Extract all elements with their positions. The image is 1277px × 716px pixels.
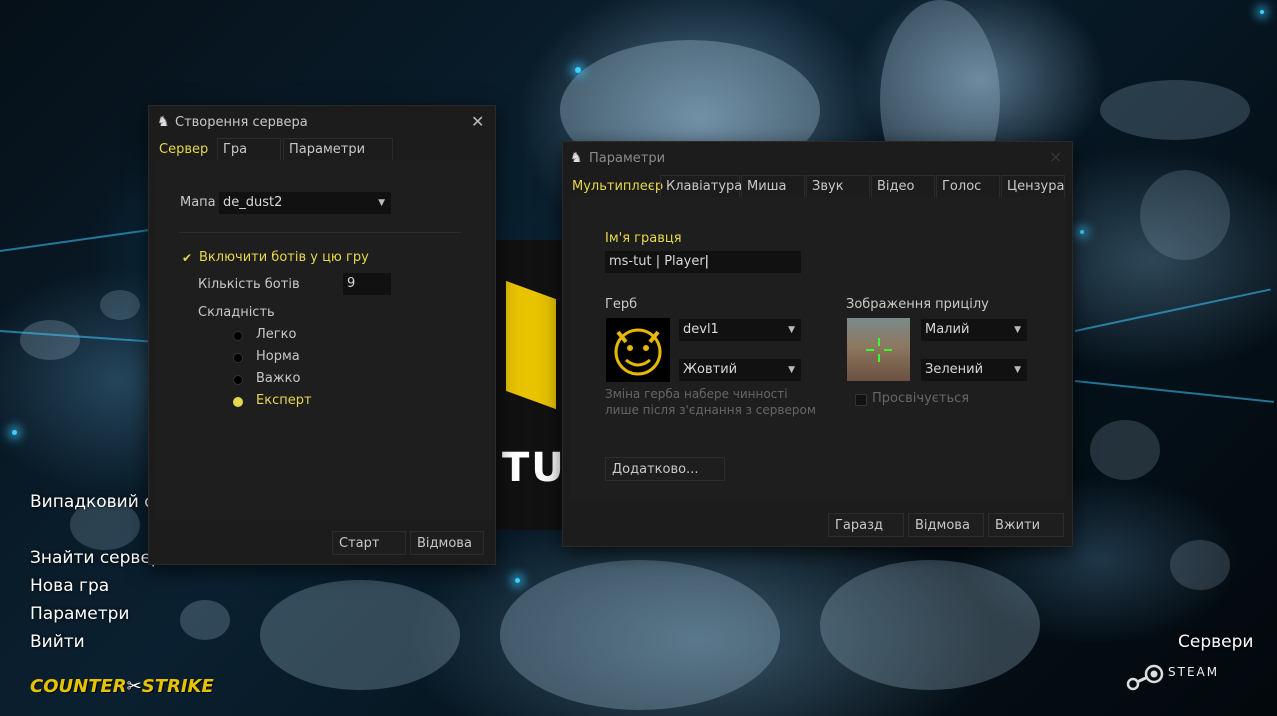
tab-server[interactable]: Сервер (153, 138, 214, 160)
difficulty-hard-label: Важко (256, 371, 301, 386)
radio-easy[interactable] (233, 331, 243, 341)
dialog-title: Створення сервера (175, 115, 308, 130)
crosshair-label: Зображення прицілу (846, 297, 989, 312)
map-label: Мапа (180, 195, 216, 210)
steam-icon (1126, 664, 1164, 691)
chevron-down-icon: ▼ (788, 325, 795, 335)
player-name-value: ms-tut | Player (609, 254, 705, 269)
player-name-label: Ім'я гравця (605, 231, 682, 246)
tab-keyboard[interactable]: Клавіатура (660, 175, 742, 197)
crosshair-color-value: Зелений (925, 362, 984, 377)
map-select[interactable]: de_dust2 ▼ (219, 192, 391, 214)
radio-normal[interactable] (233, 353, 243, 363)
checkbox-enable-bots[interactable]: ✔ (182, 251, 192, 265)
chevron-down-icon: ▼ (1014, 365, 1021, 375)
chevron-down-icon: ▼ (1014, 325, 1021, 335)
spray-note-line1: Зміна герба набере чинності (605, 387, 788, 401)
spray-value: devl1 (683, 322, 719, 337)
menu-options[interactable]: Параметри (30, 604, 129, 624)
translucent-label: Просвічується (872, 391, 970, 406)
tab-voice[interactable]: Голос (936, 175, 1000, 197)
cancel-button[interactable]: Відмова (410, 531, 484, 555)
tab-multiplayer[interactable]: Мультиплеєр (566, 175, 669, 197)
chevron-down-icon: ▼ (788, 365, 795, 375)
advanced-button[interactable]: Додатково... (605, 457, 725, 481)
tab-video[interactable]: Відео (871, 175, 935, 197)
map-value: de_dust2 (223, 195, 283, 210)
crosshair-size-select[interactable]: Малий ▼ (921, 319, 1027, 341)
tab-panel: Мапа de_dust2 ▼ ✔ Включити ботів у цю гр… (155, 160, 491, 520)
bot-count-value: 9 (347, 276, 356, 291)
menu-servers[interactable]: Сервери (1178, 632, 1253, 652)
tab-bot-settings[interactable]: Параметри ботів (283, 138, 393, 179)
crosshair-size-value: Малий (925, 322, 970, 337)
menu-quit[interactable]: Вийти (30, 632, 85, 652)
difficulty-expert-label: Експерт (256, 393, 312, 408)
difficulty-label: Складність (198, 305, 275, 320)
bot-count-input[interactable]: 9 (343, 273, 391, 295)
difficulty-easy-label: Легко (256, 327, 297, 342)
team-logo-art: TU (496, 240, 566, 530)
menu-random-server[interactable]: Випадковий се (30, 492, 164, 512)
divider (179, 232, 461, 233)
spray-preview (606, 318, 670, 382)
chevron-down-icon: ▼ (378, 198, 385, 208)
dialog-title: Параметри (589, 151, 666, 166)
close-icon[interactable]: ✕ (1049, 148, 1062, 167)
close-icon[interactable]: ✕ (471, 112, 484, 131)
tab-sound[interactable]: Звук (806, 175, 870, 197)
options-dialog: ♞ Параметри ✕ Мультиплеєр Клавіатура Миш… (563, 142, 1072, 546)
cancel-button[interactable]: Відмова (908, 513, 984, 537)
difficulty-normal-label: Норма (256, 349, 300, 364)
spray-note-line2: лише після з'єднання з сервером (605, 403, 816, 417)
menu-find-server[interactable]: Знайти сервер (30, 548, 162, 568)
player-name-input[interactable]: ms-tut | Player| (605, 251, 801, 273)
spray-color-select[interactable]: Жовтий ▼ (679, 359, 801, 381)
bot-count-label: Кількість ботів (198, 277, 300, 292)
cs-soldier-icon: ♞ (570, 150, 583, 166)
create-server-dialog: ♞ Створення сервера ✕ Сервер Гра Парамет… (149, 106, 495, 564)
radio-expert[interactable] (233, 397, 243, 407)
radio-hard[interactable] (233, 375, 243, 385)
tab-game[interactable]: Гра (217, 138, 281, 160)
steam-label: STEAM (1168, 665, 1220, 679)
menu-new-game[interactable]: Нова гра (30, 576, 109, 596)
cs-soldier-icon: ♞ (157, 114, 170, 130)
devil-spray-icon (614, 328, 662, 376)
translucent-checkbox[interactable] (855, 394, 867, 406)
spray-label: Герб (605, 297, 638, 312)
enable-bots-label: Включити ботів у цю гру (199, 250, 369, 265)
spray-color-value: Жовтий (683, 362, 738, 377)
start-button[interactable]: Старт (332, 531, 406, 555)
tab-panel: Ім'я гравця ms-tut | Player| Герб devl1 … (569, 197, 1065, 500)
counter-strike-logo: COUNTER✂STRIKE (30, 676, 214, 697)
tab-censorship[interactable]: Цензура (1001, 175, 1065, 197)
ok-button[interactable]: Гаразд (828, 513, 904, 537)
steam-logo: STEAM (1124, 662, 1248, 692)
apply-button[interactable]: Вжити (988, 513, 1064, 537)
crosshair-color-select[interactable]: Зелений ▼ (921, 359, 1027, 381)
spray-select[interactable]: devl1 ▼ (679, 319, 801, 341)
tab-mouse[interactable]: Миша (741, 175, 805, 197)
crosshair-preview (847, 318, 910, 381)
